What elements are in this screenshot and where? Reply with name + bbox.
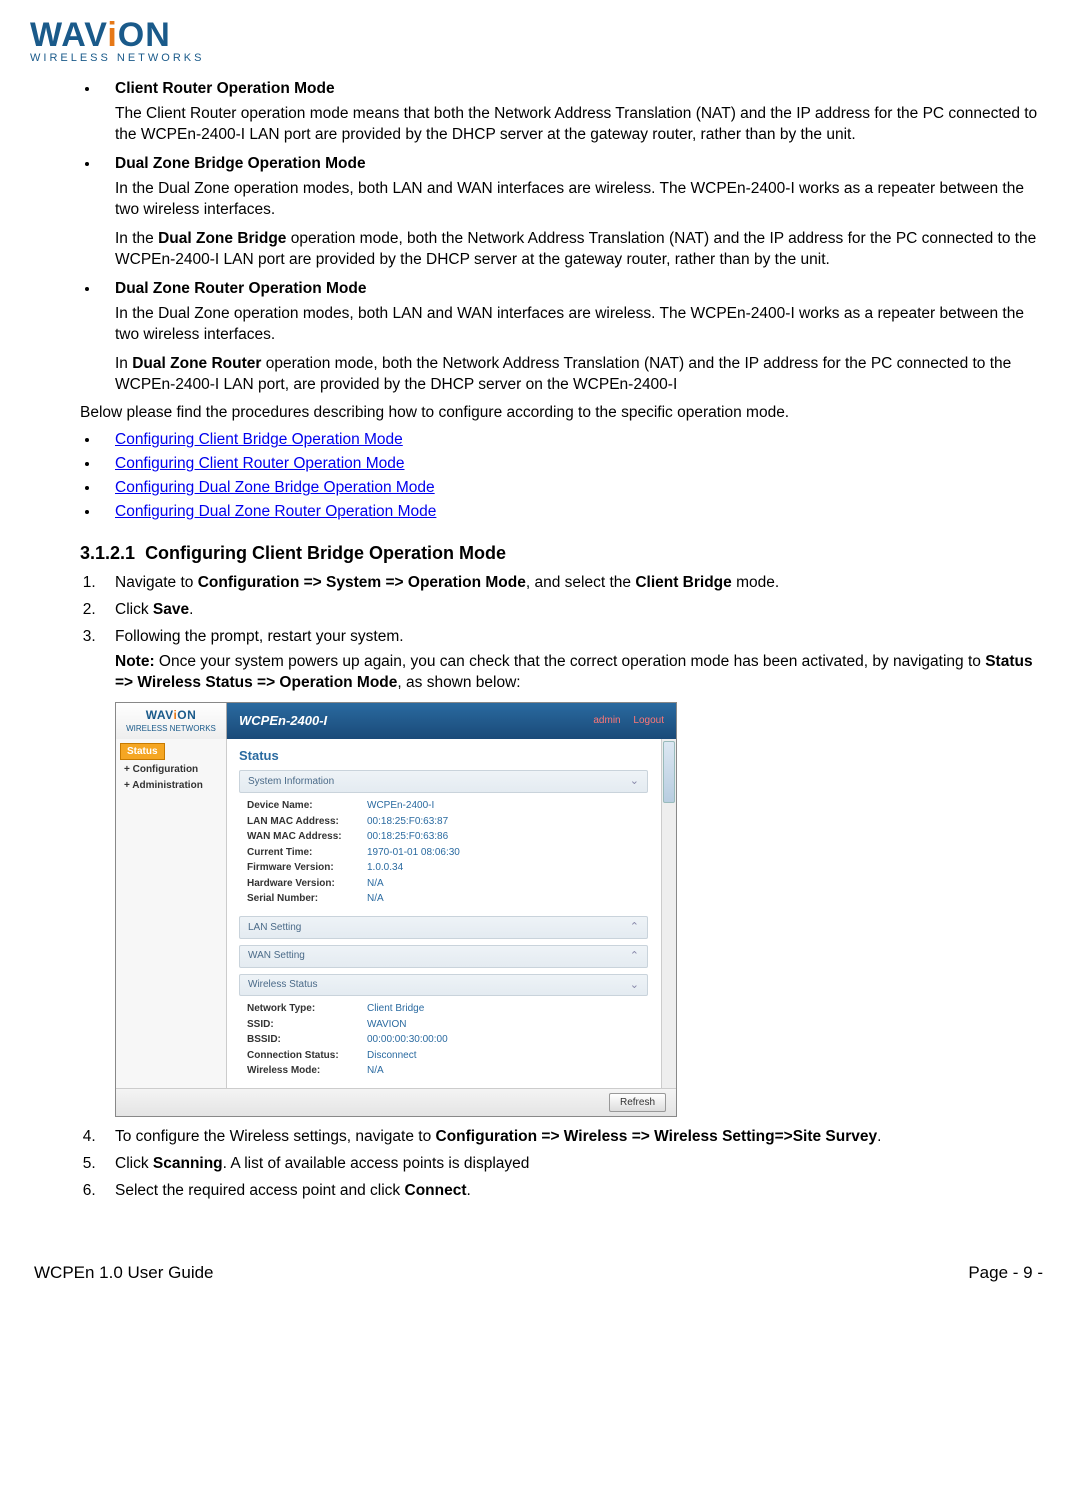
- label-lan-mac: LAN MAC Address:: [247, 815, 367, 829]
- label-connection-status: Connection Status:: [247, 1049, 367, 1063]
- step-4: To configure the Wireless settings, navi…: [100, 1127, 1047, 1148]
- ui-page-title: Status: [239, 747, 662, 765]
- panel-system-information[interactable]: System Information⌄: [239, 770, 648, 793]
- chevron-icon: ⌃: [630, 920, 639, 935]
- value-serial: N/A: [367, 892, 384, 906]
- panel-wan-setting[interactable]: WAN Setting⌃: [239, 945, 648, 968]
- ui-link-admin[interactable]: admin: [593, 715, 620, 726]
- panel-wireless-status[interactable]: Wireless Status⌄: [239, 974, 648, 997]
- note-block: Note: Once your system powers up again, …: [115, 652, 1047, 694]
- step-3: Following the prompt, restart your syste…: [100, 627, 1047, 1117]
- section-title-dual-zone-router: Dual Zone Router Operation Mode: [115, 279, 1047, 300]
- footer-left: WCPEn 1.0 User Guide: [34, 1262, 214, 1285]
- section-body-dzbm-1: In the Dual Zone operation modes, both L…: [115, 179, 1047, 221]
- section-title-client-router: Client Router Operation Mode: [115, 79, 1047, 100]
- link-config-client-bridge[interactable]: Configuring Client Bridge Operation Mode: [115, 431, 403, 448]
- refresh-button[interactable]: Refresh: [609, 1093, 666, 1113]
- section-body-dzrm-2: In Dual Zone Router operation mode, both…: [115, 354, 1047, 396]
- label-bssid: BSSID:: [247, 1033, 367, 1047]
- link-config-client-router[interactable]: Configuring Client Router Operation Mode: [115, 455, 405, 472]
- section-body-dzbm-2: In the Dual Zone Bridge operation mode, …: [115, 229, 1047, 271]
- step-6: Select the required access point and cli…: [100, 1181, 1047, 1202]
- step-5: Click Scanning. A list of available acce…: [100, 1154, 1047, 1175]
- value-wan-mac: 00:18:25:F0:63:86: [367, 830, 448, 844]
- sidebar-item-administration[interactable]: + Administration: [116, 778, 226, 794]
- value-ssid: WAVION: [367, 1018, 406, 1032]
- logo-text-mid: i: [107, 16, 117, 54]
- logo-text-pre: WAV: [30, 16, 107, 54]
- label-network-type: Network Type:: [247, 1002, 367, 1016]
- label-firmware: Firmware Version:: [247, 861, 367, 875]
- value-network-type: Client Bridge: [367, 1002, 424, 1016]
- logo-subtitle: WIRELESS NETWORKS: [30, 51, 1047, 66]
- step-1: Navigate to Configuration => System => O…: [100, 573, 1047, 594]
- ui-sidebar: Status + Configuration + Administration: [116, 739, 227, 1088]
- footer-right: Page - 9 -: [968, 1262, 1043, 1285]
- page-footer: WCPEn 1.0 User Guide Page - 9 -: [30, 1262, 1047, 1285]
- chevron-icon: ⌃: [630, 949, 639, 964]
- label-current-time: Current Time:: [247, 846, 367, 860]
- label-serial: Serial Number:: [247, 892, 367, 906]
- link-config-dual-zone-bridge[interactable]: Configuring Dual Zone Bridge Operation M…: [115, 479, 435, 496]
- brand-logo: WAViON WIRELESS NETWORKS: [30, 20, 1047, 65]
- ui-link-logout[interactable]: Logout: [633, 715, 664, 726]
- section-body-dzrm-1: In the Dual Zone operation modes, both L…: [115, 304, 1047, 346]
- value-firmware: 1.0.0.34: [367, 861, 403, 875]
- chevron-icon: ⌄: [630, 774, 639, 789]
- logo-text-post: ON: [118, 16, 171, 54]
- value-bssid: 00:00:00:30:00:00: [367, 1033, 448, 1047]
- ui-logo: WAViON WIRELESS NETWORKS: [116, 703, 227, 739]
- ui-product-title: WCPEn-2400-I: [239, 712, 327, 730]
- value-connection-status: Disconnect: [367, 1049, 416, 1063]
- value-current-time: 1970-01-01 08:06:30: [367, 846, 460, 860]
- section-title-dual-zone-bridge: Dual Zone Bridge Operation Mode: [115, 154, 1047, 175]
- label-hardware: Hardware Version:: [247, 877, 367, 891]
- sidebar-item-status[interactable]: Status: [120, 743, 165, 761]
- panel-lan-setting[interactable]: LAN Setting⌃: [239, 916, 648, 939]
- value-lan-mac: 00:18:25:F0:63:87: [367, 815, 448, 829]
- value-device-name: WCPEn-2400-I: [367, 799, 434, 813]
- section-body-client-router: The Client Router operation mode means t…: [115, 104, 1047, 146]
- sidebar-item-configuration[interactable]: + Configuration: [116, 762, 226, 778]
- value-wireless-mode: N/A: [367, 1064, 384, 1078]
- value-hardware: N/A: [367, 877, 384, 891]
- subsection-heading: 3.1.2.1 Configuring Client Bridge Operat…: [80, 541, 1047, 565]
- embedded-screenshot: WAViON WIRELESS NETWORKS WCPEn-2400-I ad…: [115, 702, 677, 1117]
- label-ssid: SSID:: [247, 1018, 367, 1032]
- link-config-dual-zone-router[interactable]: Configuring Dual Zone Router Operation M…: [115, 503, 436, 520]
- label-wireless-mode: Wireless Mode:: [247, 1064, 367, 1078]
- label-device-name: Device Name:: [247, 799, 367, 813]
- scrollbar[interactable]: [661, 739, 676, 1088]
- step-2: Click Save.: [100, 600, 1047, 621]
- intro-procedures: Below please find the procedures describ…: [80, 403, 1047, 424]
- chevron-icon: ⌄: [630, 978, 639, 993]
- label-wan-mac: WAN MAC Address:: [247, 830, 367, 844]
